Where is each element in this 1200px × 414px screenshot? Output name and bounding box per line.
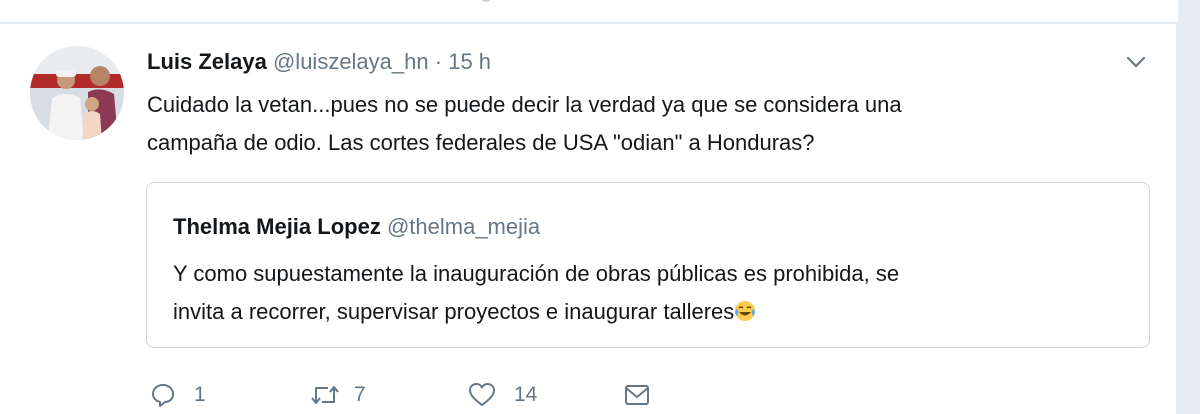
timeline-page: Luis Zelaya @luiszelaya_hn · 15 h Cuidad…	[0, 0, 1200, 414]
tears-of-joy-emoji-icon	[734, 296, 756, 321]
separator-dot: ·	[434, 49, 443, 74]
previous-tweet-edge	[0, 0, 1178, 23]
quoted-tweet-header: Thelma Mejia Lopez @thelma_mejia	[173, 213, 540, 241]
envelope-icon	[624, 383, 650, 407]
like-count: 14	[514, 383, 538, 406]
quoted-author-handle: @thelma_mejia	[386, 214, 541, 239]
retweet-count: 7	[354, 383, 366, 406]
quoted-author-name: Thelma Mejia Lopez	[173, 214, 381, 239]
tweet-header: Luis Zelaya @luiszelaya_hn · 15 h	[147, 48, 491, 76]
quoted-tweet[interactable]: Thelma Mejia Lopez @thelma_mejia Y como …	[146, 182, 1150, 348]
quoted-tweet-text: Y como supuestamente la inauguración de …	[173, 255, 1133, 331]
reply-icon	[150, 382, 176, 408]
chevron-down-icon[interactable]	[1124, 50, 1148, 74]
previous-tweet-marker	[480, 0, 492, 2]
tweet-text: Cuidado la vetan...pues no se puede deci…	[147, 86, 1147, 162]
like-button[interactable]: 14	[468, 380, 537, 410]
retweet-button[interactable]: 7	[310, 380, 366, 410]
quoted-text-line: Y como supuestamente la inauguración de …	[173, 261, 900, 286]
heart-icon	[468, 382, 496, 408]
quoted-text-line: invita a recorrer, supervisar proyectos …	[173, 299, 735, 324]
tweet-text-line: Cuidado la vetan...pues no se puede deci…	[147, 92, 902, 117]
reply-button[interactable]: 1	[150, 380, 206, 410]
quoted-text-line-2: invita a recorrer, supervisar proyectos …	[173, 293, 1133, 331]
author-handle[interactable]: @luiszelaya_hn	[273, 49, 429, 74]
avatar-photo	[30, 46, 124, 140]
avatar[interactable]	[30, 46, 124, 140]
timeline-gutter	[1178, 0, 1200, 414]
tweet-text-line: campaña de odio. Las cortes federales de…	[147, 130, 815, 155]
direct-message-button[interactable]	[624, 380, 650, 410]
author-name[interactable]: Luis Zelaya	[147, 49, 267, 74]
tweet-timestamp[interactable]: 15 h	[448, 49, 491, 74]
retweet-icon	[310, 382, 340, 408]
reply-count: 1	[194, 383, 206, 406]
tweet-card[interactable]: Luis Zelaya @luiszelaya_hn · 15 h Cuidad…	[0, 24, 1176, 414]
